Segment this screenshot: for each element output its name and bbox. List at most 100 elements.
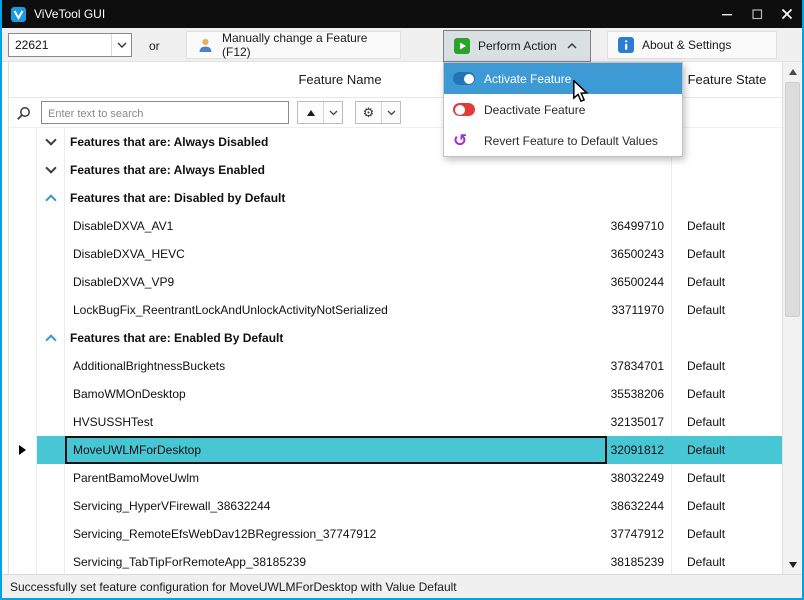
row-gutter (9, 492, 37, 520)
row-indent (37, 492, 65, 520)
build-combobox-value: 22621 (9, 38, 111, 52)
row-gutter (9, 520, 37, 548)
row-gutter (9, 268, 37, 296)
menu-item-deactivate-feature[interactable]: Deactivate Feature (444, 94, 682, 125)
feature-row[interactable]: Servicing_RemoteEfsWebDav12BRegression_3… (9, 520, 782, 548)
feature-state-cell: Default (671, 436, 782, 464)
feature-id-cell: 35538206 (607, 380, 671, 408)
feature-row[interactable]: LockBugFix_ReentrantLockAndUnlockActivit… (9, 296, 782, 324)
close-button[interactable] (772, 0, 802, 28)
group-label: Features that are: Enabled By Default (65, 324, 671, 352)
menu-item-label: Activate Feature (484, 72, 571, 86)
group-state-spacer (671, 184, 782, 212)
toggle-off-icon (453, 103, 475, 116)
sort-split-button[interactable] (297, 101, 343, 124)
chevron-down-icon[interactable] (323, 102, 342, 123)
toolbar: 22621 or Manually change a Feature (F12)… (2, 28, 802, 62)
info-icon (618, 37, 634, 53)
window-controls (712, 0, 802, 28)
about-settings-button[interactable]: About & Settings (607, 31, 777, 59)
scroll-down-button[interactable] (783, 556, 802, 573)
feature-id-cell: 33711970 (607, 296, 671, 324)
feature-row[interactable]: ParentBamoMoveUwlm38032249Default (9, 464, 782, 492)
feature-state-cell: Default (671, 520, 782, 548)
feature-name-cell[interactable]: LockBugFix_ReentrantLockAndUnlockActivit… (65, 296, 607, 324)
group-expander[interactable] (37, 128, 65, 156)
gear-icon[interactable]: ⚙ (356, 102, 381, 123)
feature-id-cell: 36500243 (607, 240, 671, 268)
feature-state-cell: Default (671, 296, 782, 324)
feature-name-cell[interactable]: BamoWMOnDesktop (65, 380, 607, 408)
triangle-up-icon (789, 69, 797, 75)
minimize-button[interactable] (712, 0, 742, 28)
feature-name-cell[interactable]: AdditionalBrightnessBuckets (65, 352, 607, 380)
feature-name-cell[interactable]: DisableDXVA_HEVC (65, 240, 607, 268)
feature-state-cell: Default (671, 548, 782, 576)
triangle-down-icon (789, 562, 797, 568)
row-gutter (9, 352, 37, 380)
row-indent (37, 352, 65, 380)
grid-settings-split-button[interactable]: ⚙ (355, 101, 401, 124)
group-row[interactable]: Features that are: Enabled By Default (9, 324, 782, 352)
row-gutter (9, 464, 37, 492)
feature-row[interactable]: MoveUWLMForDesktop32091812Default (9, 436, 782, 464)
build-combobox[interactable]: 22621 (8, 33, 132, 57)
scrollbar-thumb[interactable] (785, 82, 800, 317)
row-indent (37, 212, 65, 240)
menu-item-revert-feature-to-default-values[interactable]: ↺Revert Feature to Default Values (444, 125, 682, 156)
feature-state-cell: Default (671, 352, 782, 380)
search-icon (16, 106, 31, 126)
row-indent (37, 436, 65, 464)
group-expander[interactable] (37, 156, 65, 184)
group-row[interactable]: Features that are: Disabled by Default (9, 184, 782, 212)
feature-row[interactable]: BamoWMOnDesktop35538206Default (9, 380, 782, 408)
row-gutter (9, 240, 37, 268)
group-label: Features that are: Disabled by Default (65, 184, 671, 212)
feature-name-cell[interactable]: Servicing_HyperVFirewall_38632244 (65, 492, 607, 520)
play-icon (454, 38, 470, 54)
feature-row[interactable]: DisableDXVA_HEVC36500243Default (9, 240, 782, 268)
feature-state-cell: Default (671, 380, 782, 408)
perform-action-menu: Activate Feature Deactivate Feature↺Rever… (443, 62, 683, 157)
maximize-button[interactable] (742, 0, 772, 28)
vertical-scrollbar[interactable] (782, 62, 802, 574)
menu-item-label: Revert Feature to Default Values (484, 134, 658, 148)
feature-row[interactable]: DisableDXVA_VP936500244Default (9, 268, 782, 296)
feature-row[interactable]: DisableDXVA_AV136499710Default (9, 212, 782, 240)
feature-name-cell[interactable]: ParentBamoMoveUwlm (65, 464, 607, 492)
row-indent (37, 240, 65, 268)
feature-id-cell: 32091812 (607, 436, 671, 464)
scroll-up-button[interactable] (783, 63, 802, 80)
row-gutter (9, 548, 37, 576)
feature-row[interactable]: HVSUSSHTest32135017Default (9, 408, 782, 436)
feature-name-cell[interactable]: DisableDXVA_AV1 (65, 212, 607, 240)
search-input[interactable] (41, 101, 289, 124)
feature-row[interactable]: Servicing_TabTipForRemoteApp_38185239381… (9, 548, 782, 576)
feature-name-cell[interactable]: HVSUSSHTest (65, 408, 607, 436)
feature-name-cell[interactable]: Servicing_RemoteEfsWebDav12BRegression_3… (65, 520, 607, 548)
status-text: Successfully set feature configuration f… (10, 580, 457, 594)
toggle-on-icon (453, 72, 475, 85)
group-label: Features that are: Always Enabled (65, 156, 671, 184)
group-row[interactable]: Features that are: Always Enabled (9, 156, 782, 184)
feature-name-cell[interactable]: Servicing_TabTipForRemoteApp_38185239 (65, 548, 607, 576)
feature-row[interactable]: Servicing_HyperVFirewall_386322443863224… (9, 492, 782, 520)
group-expander[interactable] (37, 324, 65, 352)
perform-action-button[interactable]: Perform Action (443, 30, 591, 62)
feature-row[interactable]: AdditionalBrightnessBuckets37834701Defau… (9, 352, 782, 380)
manually-change-feature-button[interactable]: Manually change a Feature (F12) (186, 31, 401, 59)
feature-id-cell: 36499710 (607, 212, 671, 240)
menu-item-activate-feature[interactable]: Activate Feature (444, 63, 682, 94)
grid-body: Features that are: Always DisabledFeatur… (9, 128, 782, 576)
group-expander[interactable] (37, 184, 65, 212)
chevron-down-icon[interactable] (381, 102, 400, 123)
feature-name-cell[interactable]: MoveUWLMForDesktop (65, 436, 607, 464)
feature-name-cell[interactable]: DisableDXVA_VP9 (65, 268, 607, 296)
window-title: ViVeTool GUI (34, 7, 105, 21)
column-header-feature-state[interactable]: Feature State (671, 62, 782, 97)
sort-ascending-icon[interactable] (298, 102, 323, 123)
chevron-down-icon (45, 162, 56, 173)
feature-id-cell: 32135017 (607, 408, 671, 436)
chevron-down-icon[interactable] (111, 34, 131, 56)
about-settings-label: About & Settings (642, 38, 731, 52)
